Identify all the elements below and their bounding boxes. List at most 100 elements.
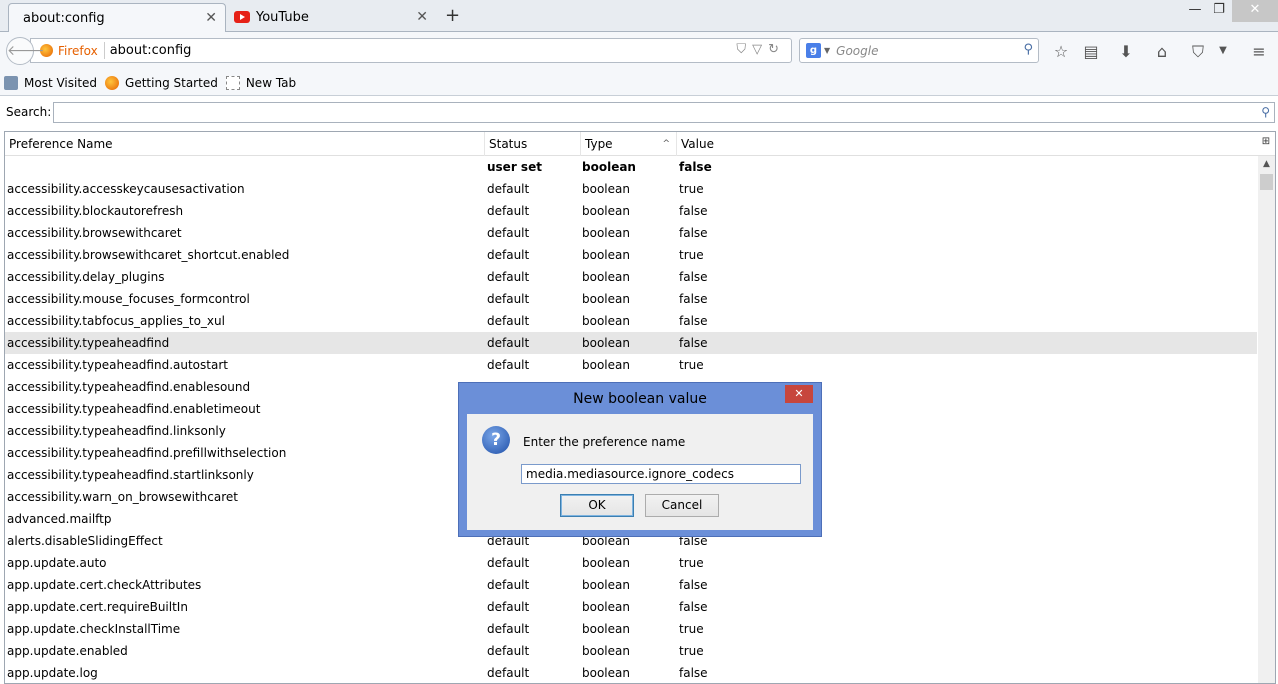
tab-youtube[interactable]: YouTube ✕ — [228, 3, 436, 32]
bookmarks-menu-icon[interactable]: ▤ — [1080, 42, 1102, 61]
table-row[interactable]: accessibility.browsewithcaret default bool… — [5, 222, 1257, 244]
new-tab-icon — [225, 75, 240, 90]
reload-icon[interactable]: ↻ — [768, 42, 785, 57]
most-visited-icon — [4, 75, 18, 90]
history-dropdown-icon[interactable]: ▽ — [752, 42, 768, 57]
maximize-button[interactable]: ❐ — [1204, 0, 1234, 22]
tab-about-config[interactable]: about:config ✕ — [8, 3, 226, 33]
cell-name: accessibility.accesskeycausesactivation — [7, 182, 245, 196]
cell-name: accessibility.browsewithcaret — [7, 226, 182, 240]
cell-value: false — [679, 666, 708, 680]
cell-status: default — [487, 578, 530, 592]
url-text[interactable]: about:config — [105, 43, 192, 58]
cell-value: true — [679, 644, 704, 658]
scroll-up-icon[interactable]: ▲ — [1258, 156, 1275, 172]
table-row[interactable]: accessibility.mouse_focuses_formcontrol d… — [5, 288, 1257, 310]
cell-value: false — [679, 600, 708, 614]
menu-icon[interactable]: ≡ — [1248, 42, 1270, 61]
cell-type: boolean — [582, 204, 630, 218]
cell-name: accessibility.browsewithcaret_shortcut.e… — [7, 248, 290, 262]
window-close-button[interactable]: ✕ — [1232, 0, 1278, 22]
cell-status: default — [487, 182, 530, 196]
table-row[interactable]: app.update.auto default boolean true — [5, 552, 1257, 574]
cell-name: app.update.cert.checkAttributes — [7, 578, 202, 592]
table-row[interactable]: accessibility.blockautorefresh default boo… — [5, 200, 1257, 222]
cell-status: default — [487, 336, 530, 350]
search-engine-dropdown-icon[interactable]: ▼ — [824, 46, 830, 55]
cell-name: accessibility.typeaheadfind.prefillwiths… — [7, 446, 287, 460]
search-icon: ⚲ — [1261, 105, 1270, 119]
back-button[interactable]: 🡐 — [6, 37, 45, 65]
google-icon[interactable]: g — [806, 43, 821, 58]
cell-name: accessibility.typeaheadfind.startlinkson… — [7, 468, 254, 482]
bookmark-new-tab[interactable]: New Tab — [225, 75, 296, 90]
cell-name: accessibility.typeaheadfind — [7, 336, 170, 350]
cell-name: accessibility.typeaheadfind.autostart — [7, 358, 228, 372]
cell-value: false — [679, 292, 708, 306]
table-row[interactable]: user set boolean false — [5, 156, 1257, 178]
downloads-icon[interactable]: ⬇ — [1115, 42, 1137, 61]
close-tab-icon[interactable]: ✕ — [416, 9, 428, 25]
table-row[interactable]: app.update.log default boolean false — [5, 662, 1257, 683]
cell-status: default — [487, 556, 530, 570]
search-go-icon[interactable]: ⚲ — [1023, 42, 1033, 57]
cell-type: boolean — [582, 666, 630, 680]
cell-name: app.update.log — [7, 666, 98, 680]
cancel-button[interactable]: Cancel — [645, 494, 719, 517]
url-actions: ⛉▽↻ — [736, 42, 785, 57]
bookmark-label: Getting Started — [125, 75, 218, 90]
cell-name: accessibility.delay_plugins — [7, 270, 165, 284]
config-search-input[interactable] — [53, 102, 1275, 123]
column-header-type[interactable]: Type ^ — [581, 132, 677, 156]
home-icon[interactable]: ⌂ — [1151, 42, 1173, 61]
cell-type: boolean — [582, 270, 630, 284]
tab-label: about:config — [23, 11, 105, 26]
url-bar[interactable]: Firefox about:config ⛉▽↻ — [30, 38, 792, 63]
close-tab-icon[interactable]: ✕ — [205, 10, 217, 26]
bookmark-star-icon[interactable]: ☆ — [1050, 42, 1072, 61]
youtube-icon — [234, 11, 250, 23]
cell-name: app.update.checkInstallTime — [7, 622, 181, 636]
pocket-icon[interactable]: ⛉ — [736, 42, 752, 57]
vertical-scrollbar[interactable]: ▲ — [1258, 156, 1275, 683]
cell-name: accessibility.tabfocus_applies_to_xul — [7, 314, 225, 328]
table-row[interactable]: app.update.checkInstallTime default boolea… — [5, 618, 1257, 640]
table-row[interactable]: app.update.enabled default boolean true — [5, 640, 1257, 662]
cell-name: accessibility.mouse_focuses_formcontrol — [7, 292, 250, 306]
pocket-dropdown-icon[interactable]: ▼ — [1212, 45, 1234, 56]
scrollbar-thumb[interactable] — [1260, 174, 1273, 190]
table-row[interactable]: accessibility.typeaheadfind.autostart def… — [5, 354, 1257, 376]
table-row[interactable]: accessibility.typeaheadfind default boolea… — [5, 332, 1257, 354]
search-input[interactable]: Google — [836, 44, 878, 58]
new-boolean-dialog: New boolean value ✕ ? Enter the preferen… — [458, 382, 822, 537]
new-tab-button[interactable]: + — [445, 5, 460, 26]
pocket-button-icon[interactable]: ⛉ — [1187, 42, 1209, 62]
tab-label: YouTube — [256, 10, 309, 25]
column-header-status[interactable]: Status — [485, 132, 581, 156]
search-bar[interactable]: g ▼ Google ⚲ — [799, 38, 1039, 63]
bookmarks-bar: Most Visited Getting Started New Tab — [0, 70, 1278, 96]
dialog-close-button[interactable]: ✕ — [785, 385, 813, 403]
table-row[interactable]: app.update.cert.checkAttributes default bo… — [5, 574, 1257, 596]
table-row[interactable]: accessibility.delay_plugins default boolea… — [5, 266, 1257, 288]
table-row[interactable]: app.update.cert.requireBuiltIn default boo… — [5, 596, 1257, 618]
cell-value: true — [679, 556, 704, 570]
table-row[interactable]: accessibility.accesskeycausesactivation d… — [5, 178, 1257, 200]
ok-button[interactable]: OK — [560, 494, 634, 517]
preference-name-input[interactable]: media.mediasource.ignore_codecs — [521, 464, 801, 484]
identity-label: Firefox — [58, 43, 98, 58]
column-header-value[interactable]: Value — [677, 132, 1257, 156]
column-picker-icon[interactable]: ⊞ — [1259, 136, 1273, 150]
cell-value: false — [679, 270, 708, 284]
table-row[interactable]: accessibility.browsewithcaret_shortcut.e… — [5, 244, 1257, 266]
cell-status: default — [487, 666, 530, 680]
search-label: Search: — [6, 105, 52, 119]
nav-bar: Firefox about:config ⛉▽↻ 🡐 g ▼ Google ⚲ … — [0, 32, 1278, 70]
cell-type: boolean — [582, 160, 636, 174]
bookmark-most-visited[interactable]: Most Visited — [4, 75, 97, 90]
cell-type: boolean — [582, 644, 630, 658]
firefox-icon — [105, 75, 120, 90]
table-row[interactable]: accessibility.tabfocus_applies_to_xul def… — [5, 310, 1257, 332]
column-header-name[interactable]: Preference Name — [5, 132, 485, 156]
bookmark-getting-started[interactable]: Getting Started — [105, 75, 218, 90]
